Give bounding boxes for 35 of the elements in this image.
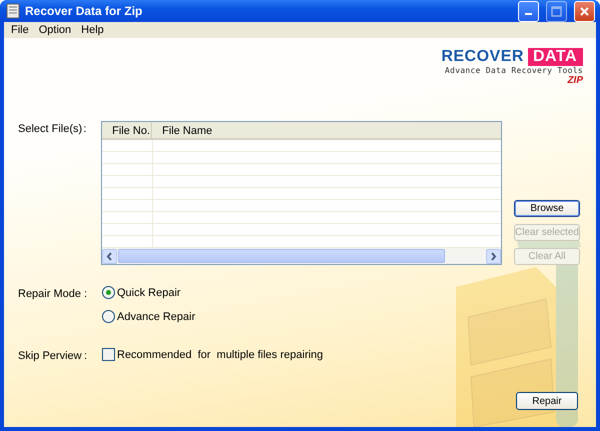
logo-tagline: Advance Data Recovery Tools bbox=[444, 66, 583, 75]
window-title: Recover Data for Zip bbox=[25, 4, 144, 18]
maximize-icon bbox=[551, 6, 562, 16]
logo-badge: DATA bbox=[528, 48, 583, 66]
close-button[interactable] bbox=[574, 0, 595, 22]
radio-button[interactable] bbox=[102, 286, 115, 299]
field-label: Skip Perview bbox=[18, 349, 83, 362]
column-header[interactable]: File No. bbox=[102, 122, 152, 138]
column-header[interactable]: File Name bbox=[152, 122, 212, 138]
field-label: Repair Mode bbox=[18, 287, 82, 300]
checkbox-label[interactable]: Recommended for multiple files repairing bbox=[117, 348, 324, 360]
checkbox[interactable] bbox=[102, 348, 115, 361]
colon: : bbox=[83, 122, 88, 135]
minimize-icon bbox=[525, 13, 532, 15]
colon: : bbox=[84, 349, 88, 362]
product-name: ZIP bbox=[567, 75, 583, 86]
file-list[interactable]: File No. File Name bbox=[101, 121, 502, 265]
minimize-button[interactable] bbox=[518, 0, 539, 22]
scroll-right-icon[interactable] bbox=[486, 248, 501, 264]
action-button[interactable]: Browse bbox=[514, 200, 580, 217]
maximize-button[interactable] bbox=[546, 0, 567, 22]
radio-label[interactable]: Advance Repair bbox=[117, 310, 196, 322]
close-icon bbox=[579, 6, 590, 16]
menu-item[interactable]: Option bbox=[34, 24, 76, 36]
menu-item[interactable]: Help bbox=[76, 24, 109, 36]
document-icon bbox=[6, 3, 20, 19]
menu-item[interactable]: File bbox=[6, 24, 34, 36]
repair-button[interactable]: Repair bbox=[516, 392, 578, 410]
radio-label[interactable]: Quick Repair bbox=[117, 286, 181, 298]
horizontal-scrollbar[interactable] bbox=[102, 248, 501, 264]
radio-button[interactable] bbox=[102, 310, 115, 323]
logo-text: RECOVER bbox=[441, 48, 524, 66]
field-label: Select File(s) bbox=[18, 122, 84, 135]
colon: : bbox=[84, 287, 88, 300]
scroll-left-icon[interactable] bbox=[102, 248, 118, 264]
